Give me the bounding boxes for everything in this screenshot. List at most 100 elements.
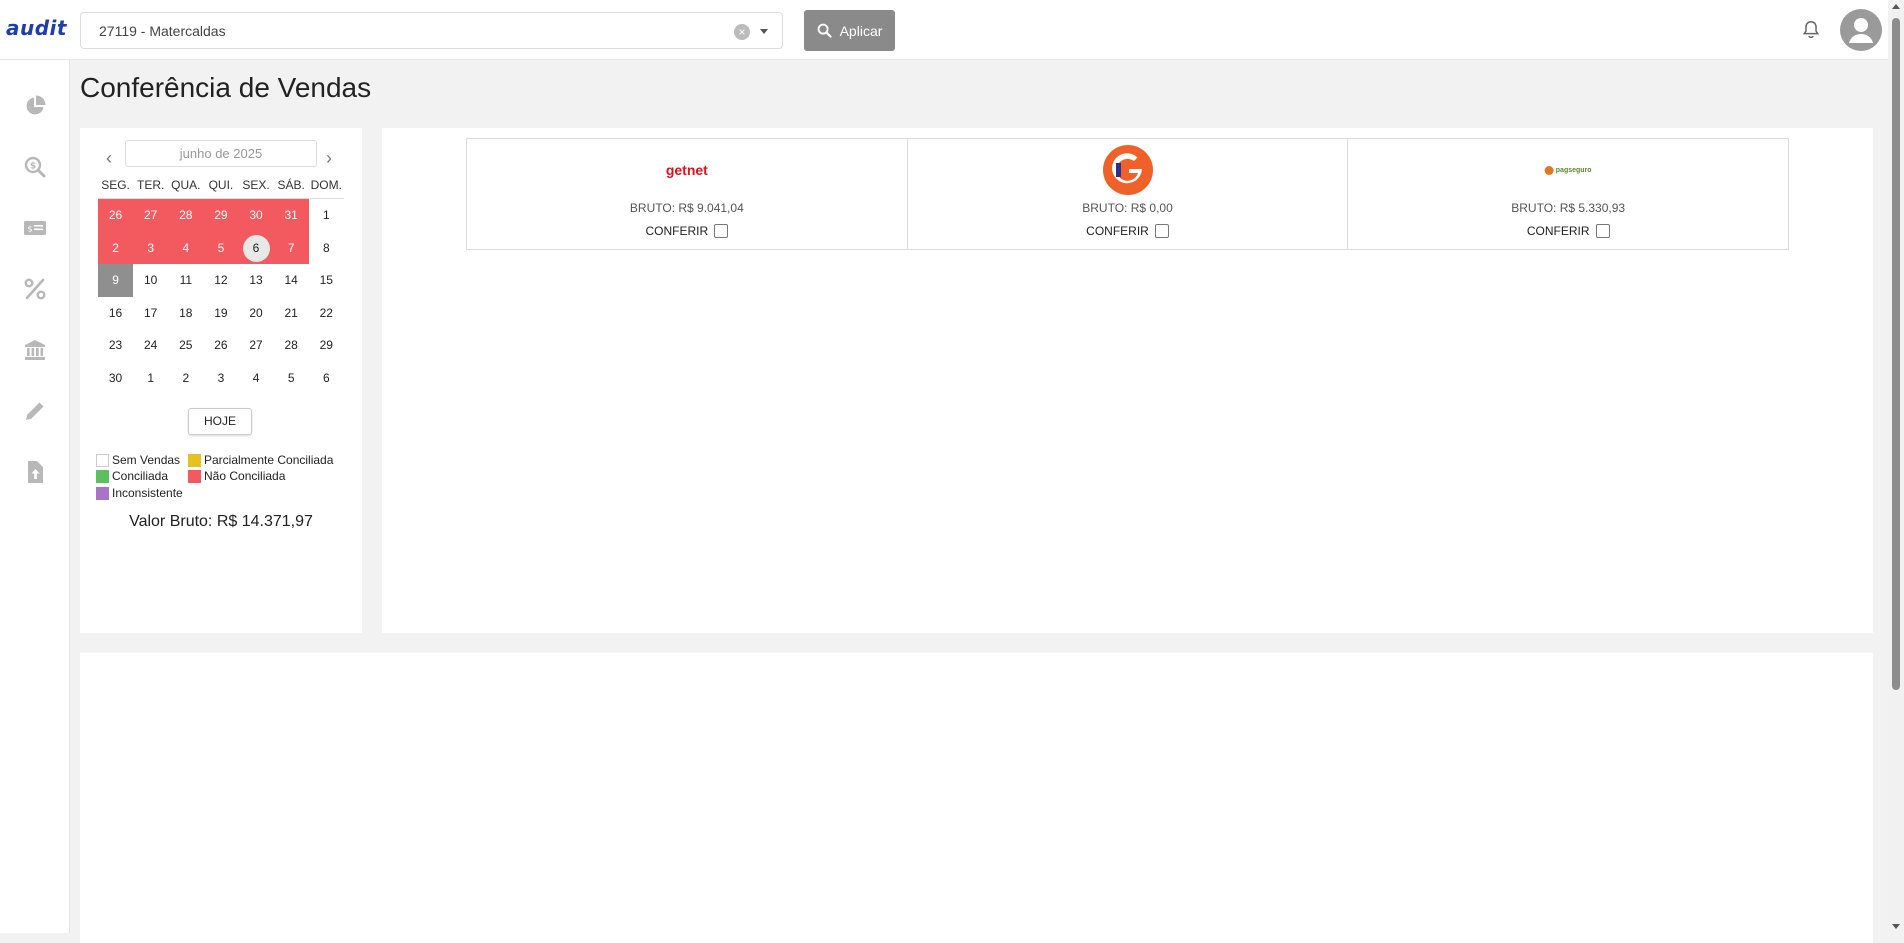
calendar-day[interactable]: 4 [168, 231, 204, 265]
calendar-day[interactable]: 24 [133, 329, 168, 362]
calendar-day-selected[interactable]: 9 [98, 264, 134, 297]
scroll-up-icon[interactable] [1892, 4, 1900, 9]
calendar-day[interactable]: 21 [274, 297, 309, 330]
calendar-day[interactable]: 18 [168, 297, 203, 330]
calendar-day[interactable]: 19 [203, 297, 238, 330]
calendar-day[interactable]: 7 [273, 231, 309, 265]
calendar-day[interactable]: 20 [239, 297, 274, 330]
acquirer-conferir[interactable]: CONFERIR [908, 224, 1348, 238]
calendar-day[interactable]: 6 [309, 362, 344, 395]
calendar-day[interactable]: 3 [203, 362, 238, 395]
calendar-day[interactable]: 23 [98, 329, 133, 362]
audit-logo[interactable]: audit [6, 16, 67, 40]
search-dollar-icon[interactable]: $ [23, 155, 47, 179]
calendar-week-row: 30 1 2 3 4 5 6 [98, 362, 344, 395]
today-button[interactable]: HOJE [188, 408, 252, 435]
bank-icon[interactable] [23, 338, 47, 362]
conferir-label: CONFERIR [1526, 224, 1590, 238]
chevron-left-icon[interactable]: ‹ [106, 148, 112, 169]
acquirers-card: getnet BRUTO: R$ 9.041,04 CONFERIR BRUTO… [382, 128, 1873, 633]
conferir-checkbox[interactable] [1595, 224, 1610, 238]
acquirer-conferir[interactable]: CONFERIR [1348, 224, 1788, 238]
calendar-day[interactable]: 26 [203, 329, 238, 362]
acquirer-g: BRUTO: R$ 0,00 CONFERIR [908, 139, 1349, 249]
getnet-logo: getnet [666, 145, 708, 195]
acquirer-bruto: BRUTO: R$ 9.041,04 [629, 201, 744, 215]
calendar-day[interactable]: 27 [133, 199, 169, 232]
apply-button-label: Aplicar [839, 22, 883, 39]
percent-icon[interactable] [23, 277, 47, 301]
calendar-day[interactable]: 27 [239, 329, 274, 362]
calendar-day[interactable]: 28 [168, 199, 204, 232]
legend-nao-conciliada: Não Conciliada [188, 469, 285, 483]
calendar-week-row: 26 27 28 29 30 31 1 [98, 199, 344, 232]
page-title: Conferência de Vendas [80, 72, 372, 103]
clear-icon[interactable]: × [734, 24, 750, 40]
store-select[interactable]: 27119 - Matercaldas × [80, 12, 783, 49]
calendar-day[interactable]: 31 [273, 199, 309, 232]
g-circle-logo-icon [1102, 145, 1153, 195]
calendar-day[interactable]: 10 [133, 264, 168, 297]
money-card-icon[interactable]: $ [23, 216, 47, 240]
pie-chart-icon[interactable] [23, 94, 47, 118]
legend-label: Inconsistente [112, 486, 183, 500]
user-avatar[interactable] [1840, 9, 1882, 51]
calendar-day[interactable]: 30 [238, 199, 274, 232]
calendar-day[interactable]: 3 [133, 231, 169, 265]
calendar-day[interactable]: 25 [168, 329, 203, 362]
calendar-day[interactable]: 22 [309, 297, 344, 330]
calendar-day[interactable]: 2 [168, 362, 203, 395]
calendar-day[interactable]: 4 [239, 362, 274, 395]
calendar-day-today[interactable]: 6 [238, 231, 274, 265]
calendar-day[interactable]: 14 [274, 264, 309, 297]
svg-text:$: $ [27, 225, 32, 234]
pagseguro-logo: pagseguro [1544, 145, 1592, 195]
calendar-day[interactable]: 11 [168, 264, 203, 297]
apply-button[interactable]: Aplicar [804, 10, 895, 51]
calendar-day[interactable]: 28 [274, 329, 309, 362]
calendar-day[interactable]: 15 [309, 264, 344, 297]
acquirer-conferir[interactable]: CONFERIR [467, 224, 907, 238]
calendar-card: ‹ junho de 2025 › SEG. TER. QUA. QUI. SE… [80, 128, 362, 633]
page-scrollbar[interactable] [1888, 0, 1904, 933]
calendar-day[interactable]: 5 [203, 231, 239, 265]
bell-icon[interactable] [1800, 18, 1822, 42]
legend-inconsistente: Inconsistente [96, 486, 183, 500]
calendar-day[interactable]: 16 [98, 297, 133, 330]
calendar-day[interactable]: 5 [274, 362, 309, 395]
legend-conciliada: Conciliada [96, 469, 168, 483]
calendar-month-label[interactable]: junho de 2025 [125, 140, 317, 167]
calendar-day[interactable]: 1 [309, 199, 344, 232]
calendar-day[interactable]: 12 [203, 264, 238, 297]
calendar-day[interactable]: 17 [133, 297, 168, 330]
calendar-day[interactable]: 8 [309, 232, 344, 265]
weekday-label: SÁB. [277, 178, 305, 192]
calendar-day[interactable]: 1 [133, 362, 168, 395]
calendar-day[interactable]: 29 [203, 199, 239, 232]
details-card [80, 653, 1873, 943]
scroll-down-icon[interactable] [1892, 924, 1900, 929]
weekday-label: QUA. [171, 178, 201, 192]
file-upload-icon[interactable] [23, 460, 47, 484]
legend-label: Sem Vendas [112, 453, 181, 467]
calendar-week-row: 23 24 25 26 27 28 29 [98, 329, 344, 362]
conferir-label: CONFERIR [645, 224, 709, 238]
calendar-day[interactable]: 29 [309, 329, 344, 362]
valor-bruto-total: Valor Bruto: R$ 14.371,97 [129, 513, 313, 530]
calendar-day[interactable]: 26 [98, 199, 134, 232]
legend-swatch [96, 453, 109, 467]
calendar-day[interactable]: 13 [239, 264, 274, 297]
search-icon [817, 23, 832, 38]
scrollbar-thumb[interactable] [1892, 18, 1900, 690]
pencil-icon[interactable] [23, 399, 47, 423]
calendar-day[interactable]: 2 [98, 231, 134, 265]
conferir-checkbox[interactable] [1154, 224, 1169, 238]
chevron-right-icon[interactable]: › [326, 148, 332, 169]
conferir-checkbox[interactable] [714, 224, 729, 238]
calendar-day[interactable]: 30 [98, 362, 133, 395]
legend-swatch [96, 486, 109, 500]
acquirer-pagseguro: pagseguro BRUTO: R$ 5.330,93 CONFERIR [1348, 139, 1788, 249]
chevron-down-icon[interactable] [760, 29, 768, 34]
g-circle-logo [1102, 145, 1153, 195]
calendar-week-row: 9 10 11 12 13 14 15 [98, 264, 344, 297]
